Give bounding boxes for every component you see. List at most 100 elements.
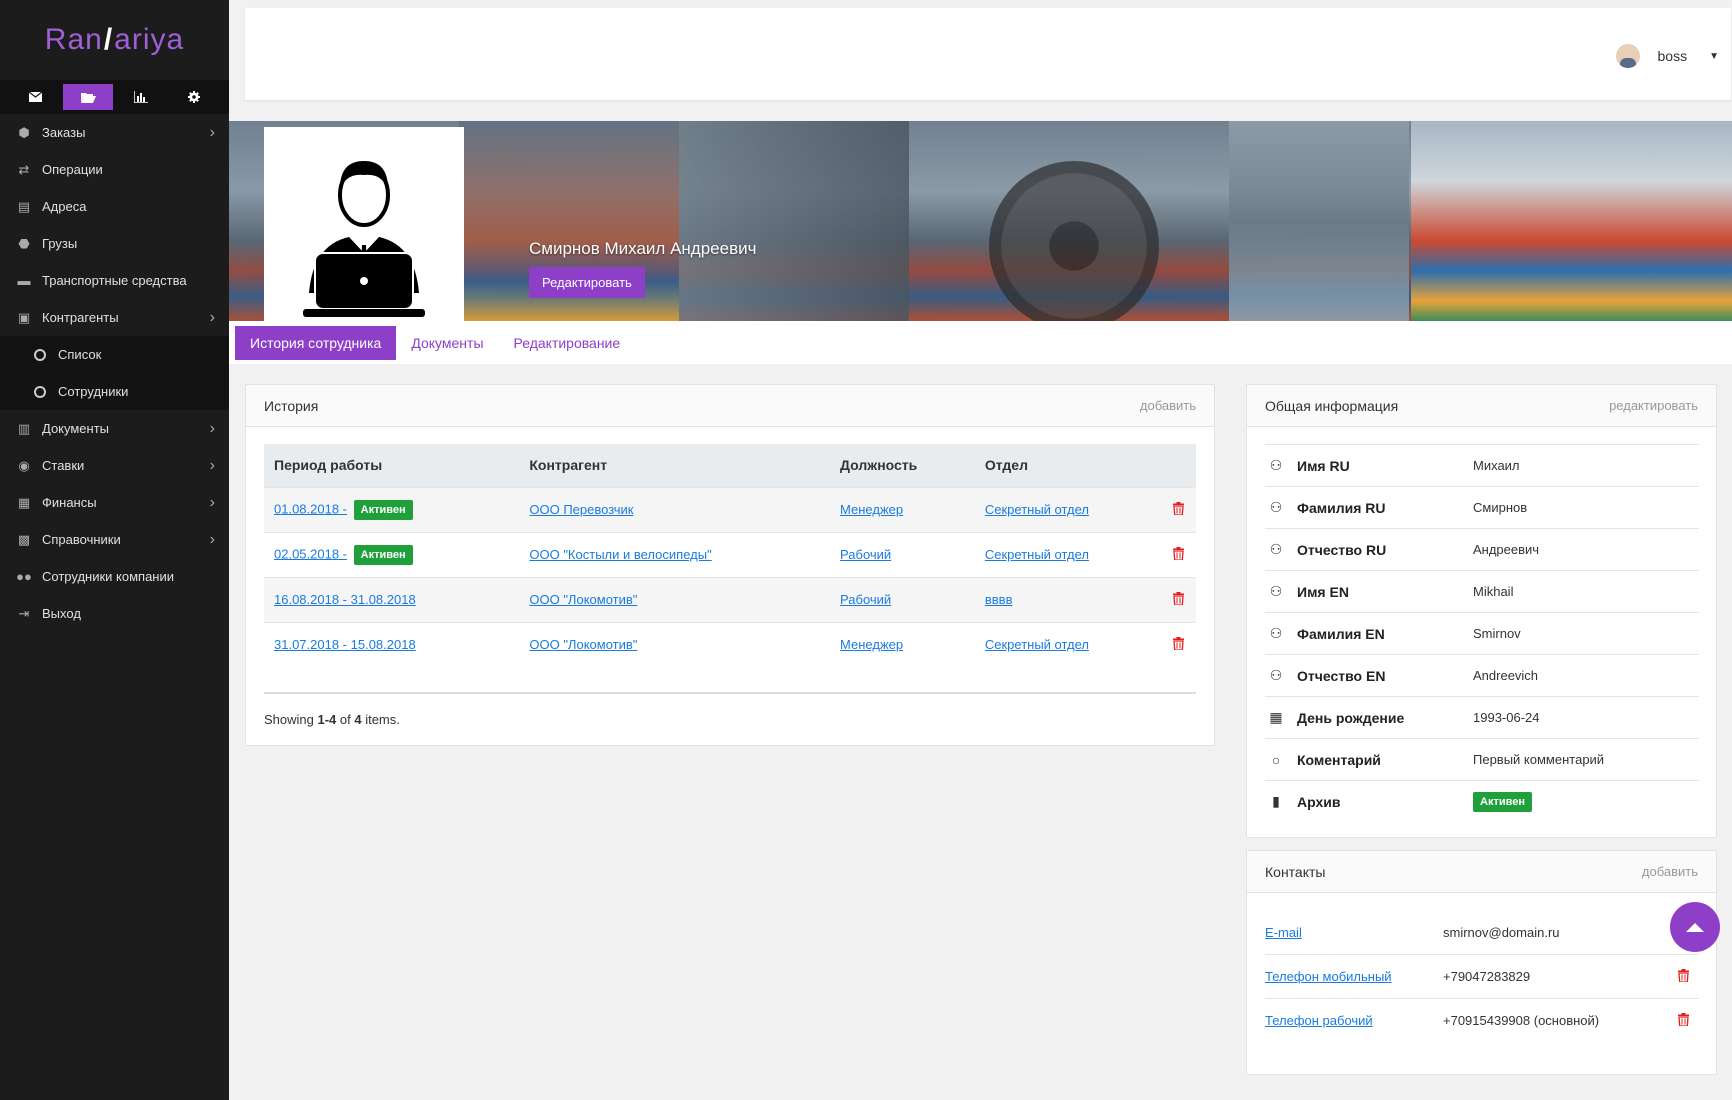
sidebar-item-label: Ставки — [42, 458, 85, 473]
comment-icon: ○ — [1271, 751, 1281, 768]
sidebar-item-label: Документы — [42, 421, 110, 436]
table-row: 16.08.2018 - 31.08.2018 ООО "Локомотив" … — [264, 576, 1196, 622]
info-row: ⚇ Имя RU Михаил — [1265, 444, 1699, 486]
folder-open-icon[interactable] — [63, 84, 113, 110]
banner-image-part — [989, 161, 1159, 321]
department-link[interactable]: Секретный отдел — [985, 502, 1089, 517]
history-add-link[interactable]: добавить — [1140, 398, 1196, 413]
history-panel-header: История добавить — [246, 385, 1214, 427]
position-link[interactable]: Менеджер — [840, 502, 903, 517]
brand-logo[interactable]: Ran / ariya — [0, 0, 229, 80]
contractor-link[interactable]: ООО "Локомотив" — [529, 637, 637, 652]
brand-left: Ran — [44, 23, 103, 56]
chevron-right-icon: › — [209, 530, 215, 548]
scroll-to-top-button[interactable] — [1670, 902, 1720, 952]
circle-icon — [30, 384, 50, 400]
trash-icon[interactable] — [1161, 621, 1196, 667]
sidebar-item-label: Адреса — [42, 199, 87, 214]
sidebar-item-vehicles[interactable]: ▬ Транспортные средства — [0, 262, 229, 299]
trash-icon[interactable] — [1678, 968, 1689, 985]
list-item: E-mail smirnov@domain.ru — [1265, 910, 1699, 954]
user-icon: ⚇ — [1269, 541, 1283, 557]
book-icon: ▮ — [1272, 793, 1280, 809]
sidebar-item-employees[interactable]: Сотрудники — [0, 373, 229, 410]
table-header-row: Период работы Контрагент Должность Отдел — [264, 444, 1196, 487]
profile-name: Смирнов Михаил Андреевич — [529, 239, 757, 258]
tab-history[interactable]: История сотрудника — [235, 325, 397, 360]
contact-type-link[interactable]: Телефон мобильный — [1265, 969, 1443, 984]
sidebar-item-documents[interactable]: ▥ Документы › — [0, 410, 229, 447]
sidebar-item-label: Операции — [42, 162, 103, 177]
user-menu[interactable]: boss ▼ — [1615, 44, 1719, 68]
sidebar-item-addresses[interactable]: ▤ Адреса — [0, 188, 229, 225]
info-row: ▮ Архив Активен — [1265, 780, 1699, 822]
department-link[interactable]: вввв — [985, 592, 1013, 607]
sidebar-item-label: Контрагенты — [42, 310, 119, 325]
department-link[interactable]: Секретный отдел — [985, 637, 1089, 652]
status-badge: Активен — [1473, 791, 1532, 812]
sidebar-item-rates[interactable]: ◉ Ставки › — [0, 447, 229, 484]
sidebar-item-company-staff[interactable]: ●● Сотрудники компании — [0, 558, 229, 595]
info-edit-link[interactable]: редактировать — [1609, 398, 1698, 413]
info-row: ○ Коментарий Первый комментарий — [1265, 738, 1699, 780]
contact-type-link[interactable]: E-mail — [1265, 925, 1443, 940]
caret-down-icon: ▼ — [1709, 50, 1719, 62]
sidebar: Ran / ariya ⬢ Заказы › ⇄ Операции ▤ Адреса ⬣ Гр… — [0, 0, 229, 1100]
chevron-right-icon: › — [209, 456, 215, 474]
sidebar-nav: ⬢ Заказы › ⇄ Операции ▤ Адреса ⬣ Грузы ▬ Транс… — [0, 114, 229, 632]
sidebar-item-finance[interactable]: ▦ Финансы › — [0, 484, 229, 521]
bar-chart-icon[interactable] — [116, 84, 166, 110]
calendar-icon: ▦ — [1269, 709, 1283, 725]
period-link[interactable]: 02.05.2018 - — [274, 546, 347, 561]
user-icon: ⚇ — [1269, 667, 1283, 683]
department-link[interactable]: Секретный отдел — [985, 547, 1089, 562]
trash-icon[interactable] — [1161, 531, 1196, 577]
period-link[interactable]: 16.08.2018 - 31.08.2018 — [274, 592, 416, 607]
sidebar-item-logout[interactable]: ⇥ Выход — [0, 595, 229, 632]
gear-icon[interactable] — [169, 84, 219, 110]
contractor-link[interactable]: ООО Перевозчик — [529, 502, 633, 517]
sidebar-item-label: Сотрудники — [58, 384, 129, 399]
archive-icon: ▩ — [17, 531, 31, 547]
user-icon: ⚇ — [1269, 499, 1283, 515]
general-info-panel: Общая информация редактировать ⚇ Имя RU Ми… — [1246, 384, 1717, 838]
trash-icon[interactable] — [1161, 576, 1196, 622]
chevron-right-icon: › — [209, 493, 215, 511]
contractor-link[interactable]: ООО "Костыли и велосипеды" — [529, 547, 711, 562]
sidebar-item-label: Грузы — [42, 236, 78, 251]
status-badge: Активен — [353, 499, 413, 520]
contractor-link[interactable]: ООО "Локомотив" — [529, 592, 637, 607]
column-header-actions — [1161, 444, 1196, 487]
history-table: Период работы Контрагент Должность Отдел… — [264, 444, 1196, 667]
avatar — [1615, 44, 1640, 68]
period-link[interactable]: 31.07.2018 - 15.08.2018 — [274, 637, 416, 652]
trash-icon[interactable] — [1678, 1012, 1689, 1029]
eye-icon: ◉ — [18, 457, 30, 473]
table-row: 31.07.2018 - 15.08.2018 ООО "Локомотив" … — [264, 621, 1196, 667]
period-link[interactable]: 01.08.2018 - — [274, 501, 347, 516]
sidebar-item-contractors[interactable]: ▣ Контрагенты › — [0, 299, 229, 336]
sidebar-item-operations[interactable]: ⇄ Операции — [0, 151, 229, 188]
contact-type-link[interactable]: Телефон рабочий — [1265, 1013, 1443, 1028]
sidebar-item-label: Заказы — [42, 125, 86, 140]
position-link[interactable]: Рабочий — [840, 592, 891, 607]
sidebar-item-list[interactable]: Список — [0, 336, 229, 373]
cubes-icon: ⬣ — [18, 235, 30, 251]
sidebar-item-orders[interactable]: ⬢ Заказы › — [0, 114, 229, 151]
tab-documents[interactable]: Документы — [396, 326, 498, 360]
sidebar-item-reference[interactable]: ▩ Справочники › — [0, 521, 229, 558]
tab-editing[interactable]: Редактирование — [499, 326, 636, 360]
sidebar-item-label: Справочники — [42, 532, 121, 547]
position-link[interactable]: Рабочий — [840, 547, 891, 562]
trash-icon[interactable] — [1161, 486, 1196, 532]
contacts-add-link[interactable]: добавить — [1642, 864, 1698, 879]
contact-value: +79047283829 — [1443, 969, 1531, 984]
sidebar-item-cargo[interactable]: ⬣ Грузы — [0, 225, 229, 262]
history-title: История — [264, 397, 319, 414]
position-link[interactable]: Менеджер — [840, 637, 903, 652]
exchange-icon: ⇄ — [18, 161, 30, 177]
user-icon: ⚇ — [1269, 457, 1283, 473]
edit-profile-button[interactable]: Редактировать — [529, 267, 645, 298]
status-badge: Активен — [353, 544, 413, 565]
envelope-icon[interactable] — [10, 84, 60, 110]
